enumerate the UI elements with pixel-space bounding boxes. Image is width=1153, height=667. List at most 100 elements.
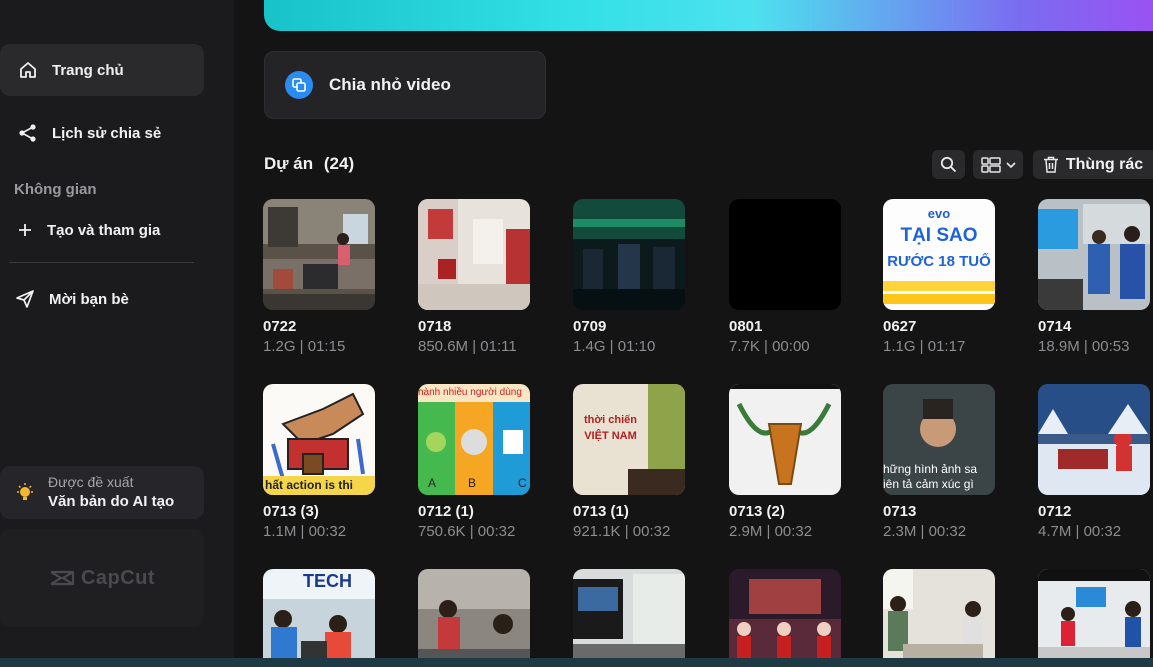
project-name: 0713 (2) [729, 503, 785, 520]
project-thumbnail[interactable]: hành nhiều người dùng A B C [418, 384, 530, 495]
project-thumbnail[interactable] [263, 199, 375, 310]
project-card[interactable]: 0801 7.7K | 00:00 [729, 199, 841, 356]
project-card[interactable]: hững hình ảnh sa iên tả cảm xúc gì 0713 … [883, 384, 995, 541]
lightbulb-icon [14, 482, 36, 504]
view-toggle-button[interactable] [973, 150, 1023, 179]
project-thumbnail[interactable] [573, 199, 685, 310]
project-meta: 4.7M | 00:32 [1038, 523, 1122, 540]
svg-text:A: A [428, 476, 436, 490]
sidebar-item-label: Lịch sử chia sẻ [52, 124, 162, 142]
capcut-logo: CapCut [80, 566, 156, 589]
project-name: 0713 (3) [263, 503, 319, 520]
project-card[interactable]: 0713 (2) 2.9M | 00:32 [729, 384, 841, 541]
project-thumbnail[interactable]: evo TẠI SAO RƯỚC 18 TUỔ [883, 199, 995, 310]
promo-subtitle: Được đề xuất [48, 474, 134, 490]
project-card[interactable]: hành nhiều người dùng A B C 0712 (1) 750.6… [418, 384, 530, 541]
project-card[interactable] [729, 569, 841, 667]
trash-button[interactable]: Thùng rác [1033, 150, 1153, 179]
project-meta: 1.4G | 01:10 [573, 338, 656, 355]
project-card[interactable]: 0718 850.6M | 01:11 [418, 199, 530, 356]
capcut-logo-icon [50, 570, 75, 586]
project-name: 0714 [1038, 318, 1072, 335]
thumb-logo-text: evo [927, 205, 951, 221]
thumb-caption: hất action is thi [263, 476, 375, 495]
top-banner[interactable] [264, 0, 1153, 31]
trash-icon [1043, 156, 1058, 173]
project-thumbnail[interactable] [1038, 384, 1150, 495]
project-meta: 2.9M | 00:32 [729, 523, 813, 540]
project-meta: 1.1M | 00:32 [263, 523, 347, 540]
project-name: 0712 [1038, 503, 1072, 520]
project-card[interactable] [418, 569, 530, 667]
sidebar-item-label: Tạo và tham gia [47, 221, 161, 239]
projects-title: Dự án (24) [264, 154, 354, 174]
project-name: 0627 [883, 318, 917, 335]
thumb-caption-a: hững hình ảnh sa [883, 462, 978, 476]
project-card[interactable]: 0712 4.7M | 00:32 [1038, 384, 1150, 541]
projects-label: Dự án [264, 154, 314, 173]
project-card[interactable]: TECH [263, 569, 375, 667]
thumb-caption-b: iên tả cảm xúc gì [883, 477, 974, 491]
project-card[interactable]: 0709 1.4G | 01:10 [573, 199, 685, 356]
project-thumbnail[interactable]: TECH [263, 569, 375, 667]
project-meta: 18.9M | 00:53 [1038, 338, 1130, 355]
project-thumbnail[interactable] [883, 569, 995, 667]
project-card[interactable]: 0722 1.2G | 01:15 [263, 199, 375, 356]
space-section-label: Không gian [14, 181, 97, 198]
sidebar-item-label: Mời bạn bè [49, 290, 129, 308]
project-name: 0713 (1) [573, 503, 629, 520]
project-thumbnail[interactable]: hất action is thi [263, 384, 375, 495]
sidebar: Trang chủ Lịch sử chia sẻ Không gian Tạo… [0, 0, 234, 667]
sidebar-item-share-history[interactable]: Lịch sử chia sẻ [0, 107, 204, 159]
project-thumbnail[interactable] [729, 569, 841, 667]
sidebar-item-label: Trang chủ [52, 61, 124, 79]
search-button[interactable] [932, 150, 965, 179]
plus-icon [14, 219, 36, 241]
project-meta: 750.6K | 00:32 [418, 523, 516, 540]
sidebar-divider [9, 262, 194, 263]
project-thumbnail[interactable] [1038, 199, 1150, 310]
project-thumbnail[interactable] [418, 569, 530, 667]
split-video-button[interactable]: Chia nhỏ video [264, 51, 546, 119]
project-card[interactable]: thời chiến VIỆT NAM 0713 (1) 921.1K | 00… [573, 384, 685, 541]
ai-text-promo[interactable]: Được đề xuất Văn bản do AI tạo [0, 466, 204, 519]
project-meta: 1.1G | 01:17 [883, 338, 966, 355]
project-thumbnail[interactable] [573, 569, 685, 667]
project-card[interactable] [573, 569, 685, 667]
project-name: 0718 [418, 318, 452, 335]
project-thumbnail[interactable] [1038, 569, 1150, 667]
project-name: 0712 (1) [418, 503, 474, 520]
sidebar-item-invite[interactable]: Mời bạn bè [0, 273, 204, 325]
taskbar-strip [0, 658, 1153, 667]
trash-label: Thùng rác [1065, 155, 1144, 173]
capcut-logo-box: CapCut [0, 529, 204, 627]
project-card[interactable]: 0714 18.9M | 00:53 [1038, 199, 1150, 356]
sidebar-item-create-join[interactable]: Tạo và tham gia [0, 204, 204, 256]
project-meta: 2.3M | 00:32 [883, 523, 967, 540]
project-thumbnail[interactable] [729, 384, 841, 495]
promo-title: Văn bản do AI tạo [48, 493, 175, 510]
share-icon [17, 122, 39, 144]
project-card[interactable] [883, 569, 995, 667]
project-thumbnail[interactable]: thời chiến VIỆT NAM [573, 384, 685, 495]
project-card[interactable] [1038, 569, 1150, 667]
project-meta: 7.7K | 00:00 [729, 338, 810, 355]
chevron-down-icon [1005, 161, 1016, 168]
project-thumbnail[interactable] [729, 199, 841, 310]
project-meta: 921.1K | 00:32 [573, 523, 671, 540]
svg-text:B: B [468, 476, 476, 490]
projects-count: (24) [323, 154, 355, 173]
split-video-icon [285, 71, 313, 99]
project-name: 0722 [263, 318, 297, 335]
grid-view-icon [980, 156, 1001, 173]
project-meta: 850.6M | 01:11 [418, 338, 517, 355]
thumb-title-b: RƯỚC 18 TUỔ [887, 253, 991, 270]
project-name: 0709 [573, 318, 607, 335]
sidebar-item-home[interactable]: Trang chủ [0, 44, 204, 96]
project-thumbnail[interactable] [418, 199, 530, 310]
svg-text:C: C [518, 476, 527, 490]
project-thumbnail[interactable]: hững hình ảnh sa iên tả cảm xúc gì [883, 384, 995, 495]
thumb-caption: hành nhiều người dùng [418, 384, 530, 402]
project-card[interactable]: hất action is thi 0713 (3) 1.1M | 00:32 [263, 384, 375, 541]
project-card[interactable]: evo TẠI SAO RƯỚC 18 TUỔ 0627 1.1G | 01:1… [883, 199, 995, 356]
